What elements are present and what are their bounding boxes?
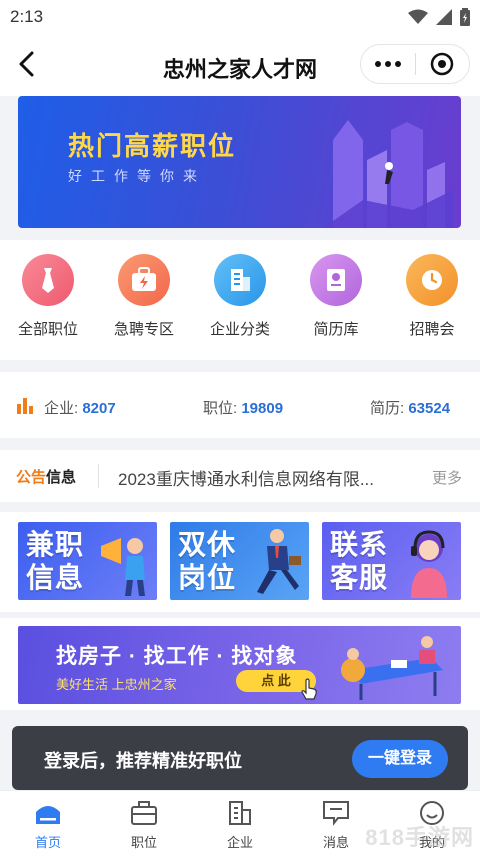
- quick-label: 招聘会: [409, 321, 455, 338]
- megaphone-person-illustration: [101, 538, 145, 596]
- hand-pointer-icon: [301, 678, 317, 700]
- bar-chart-icon: [17, 398, 33, 414]
- stat-job-value: 19809: [241, 400, 284, 417]
- more-icon: [375, 61, 381, 67]
- one-click-login-button[interactable]: 一键登录: [352, 740, 448, 778]
- tab-jobs[interactable]: 职位: [109, 799, 179, 851]
- quick-label: 全部职位: [17, 321, 78, 338]
- quick-label: 企业分类: [209, 321, 270, 338]
- close-button[interactable]: [416, 45, 469, 83]
- tile-line: 岗位: [178, 562, 237, 593]
- tab-messages[interactable]: 消息: [301, 799, 371, 851]
- tab-label: 首页: [34, 835, 61, 850]
- status-time: 2:13: [10, 7, 44, 26]
- feature-tiles: 兼职 信息 双休 岗位 联系 客服: [0, 512, 480, 612]
- building-icon: [214, 254, 266, 306]
- more-button[interactable]: [361, 45, 415, 83]
- tab-label: 消息: [322, 835, 349, 850]
- promo-subtitle: 美好生活 上忠州之家: [56, 677, 177, 692]
- tab-companies[interactable]: 企业: [205, 799, 275, 851]
- tile-text: 兼职 信息: [26, 528, 84, 594]
- tab-label: 企业: [226, 835, 253, 850]
- quick-label: 急聘专区: [113, 321, 174, 338]
- tile-line: 信息: [26, 562, 85, 593]
- notice-bar[interactable]: 公告信息 2023重庆博通水利信息网络有限... 更多: [0, 450, 480, 502]
- tile-line: 联系: [330, 529, 389, 560]
- promo-banner[interactable]: 找房子 · 找工作 · 找对象 美好生活 上忠州之家 点 此: [18, 626, 461, 704]
- resume-icon: [310, 254, 362, 306]
- notice-more-link[interactable]: 更多: [432, 467, 462, 488]
- quick-label: 简历库: [313, 321, 359, 338]
- promo-section: 找房子 · 找工作 · 找对象 美好生活 上忠州之家 点 此: [0, 618, 480, 710]
- wifi-icon: [408, 9, 428, 24]
- company-icon: [226, 799, 254, 827]
- city-skyline-illustration: [323, 120, 453, 228]
- stat-company-label: 企业:: [44, 400, 79, 417]
- stat-company-value: 8207: [82, 400, 116, 417]
- quick-menu: 全部职位 急聘专区 企业分类 简历库 招聘会: [0, 240, 480, 360]
- quick-item-urgent[interactable]: 急聘专区: [104, 254, 184, 339]
- stats-bar: 企业: 8207 职位: 19809 简历: 63524: [0, 372, 480, 438]
- tile-text: 联系 客服: [330, 528, 388, 594]
- status-bar: 2:13: [0, 0, 480, 34]
- login-prompt-text: 登录后，推荐精准好职位: [44, 751, 242, 771]
- running-businessman-illustration: [257, 529, 301, 594]
- desk-workers-illustration: [341, 636, 443, 700]
- briefcase-icon: [130, 799, 158, 827]
- tile-part-time[interactable]: 兼职 信息: [18, 522, 157, 600]
- mini-program-capsule: [360, 44, 470, 84]
- headset-agent-illustration: [411, 530, 447, 598]
- tab-label: 职位: [130, 835, 157, 850]
- signal-icon: [436, 9, 452, 25]
- nav-bar: 忠州之家人才网: [0, 34, 480, 96]
- stat-job: 职位: 19809: [203, 397, 283, 418]
- banner-subtitle: 好工作等你来: [68, 168, 206, 184]
- stat-company: 企业: 8207: [44, 397, 116, 418]
- tile-customer-service[interactable]: 联系 客服: [322, 522, 461, 600]
- tab-home[interactable]: 首页: [13, 799, 83, 851]
- login-prompt-bar: 登录后，推荐精准好职位 一键登录: [12, 726, 468, 790]
- tile-line: 客服: [330, 562, 389, 593]
- stat-resume: 简历: 63524: [370, 397, 450, 418]
- notice-tag: 公告信息: [16, 466, 76, 487]
- banner-title: 热门高薪职位: [68, 131, 237, 161]
- notice-tag-b: 信息: [46, 469, 77, 486]
- battery-icon: [460, 8, 470, 26]
- tile-line: 兼职: [26, 529, 85, 560]
- divider: [98, 464, 99, 488]
- hot-jobs-banner[interactable]: 热门高薪职位 好工作等你来: [18, 96, 461, 228]
- notice-text[interactable]: 2023重庆博通水利信息网络有限...: [118, 465, 408, 490]
- tile-text: 双休 岗位: [178, 528, 236, 594]
- stat-resume-value: 63524: [408, 400, 451, 417]
- clock-icon: [406, 254, 458, 306]
- home-icon: [34, 799, 62, 827]
- target-close-icon: [431, 52, 454, 76]
- status-icons: [408, 8, 470, 26]
- message-icon: [322, 799, 350, 827]
- briefcase-lightning-icon: [118, 254, 170, 306]
- tile-line: 双休: [178, 529, 237, 560]
- stat-resume-label: 简历:: [370, 400, 405, 417]
- quick-item-resume-library[interactable]: 简历库: [296, 254, 376, 339]
- promo-title: 找房子 · 找工作 · 找对象: [56, 645, 298, 668]
- quick-item-company-category[interactable]: 企业分类: [200, 254, 280, 339]
- necktie-icon: [22, 254, 74, 306]
- watermark: 818手游网: [365, 825, 474, 850]
- tile-weekend-off[interactable]: 双休 岗位: [170, 522, 309, 600]
- notice-tag-a: 公告: [16, 469, 47, 486]
- quick-item-job-fair[interactable]: 招聘会: [392, 254, 472, 339]
- quick-item-all-jobs[interactable]: 全部职位: [8, 254, 88, 339]
- stat-job-label: 职位:: [203, 400, 238, 417]
